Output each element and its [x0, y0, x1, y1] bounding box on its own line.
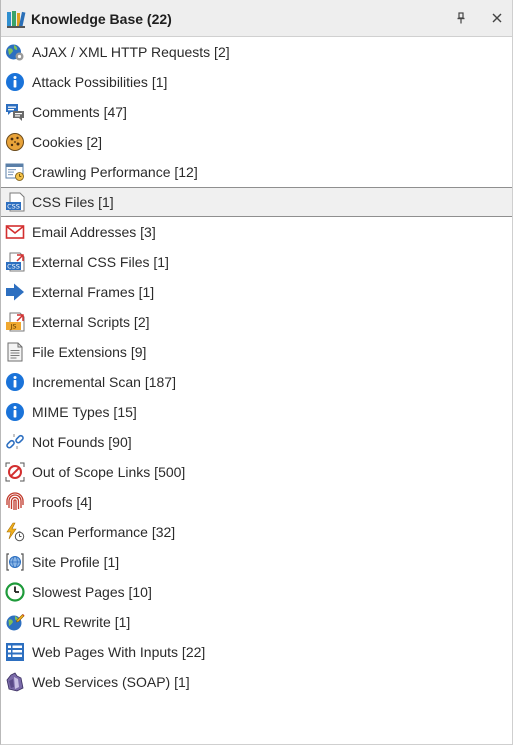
list-item-label: Slowest Pages [10] [32, 584, 152, 600]
list-item-out-of-scope-links[interactable]: Out of Scope Links [500] [1, 457, 512, 487]
list-item-label: Incremental Scan [187] [32, 374, 176, 390]
list-item-crawling-performance[interactable]: Crawling Performance [12] [1, 157, 512, 187]
info-icon [4, 71, 26, 93]
envelope-icon [4, 221, 26, 243]
lightning-timer-icon [4, 521, 26, 543]
list-item-label: External Frames [1] [32, 284, 155, 300]
list-item-scan-performance[interactable]: Scan Performance [32] [1, 517, 512, 547]
svg-text:JS: JS [9, 323, 16, 331]
list-item-incremental-scan[interactable]: Incremental Scan [187] [1, 367, 512, 397]
cookie-icon [4, 131, 26, 153]
document-icon [4, 341, 26, 363]
list-item-label: External Scripts [2] [32, 314, 150, 330]
list-item-label: Not Founds [90] [32, 434, 132, 450]
list-item-web-pages-with-inputs[interactable]: Web Pages With Inputs [22] [1, 637, 512, 667]
globe-pencil-icon [4, 611, 26, 633]
list-item-label: MIME Types [15] [32, 404, 137, 420]
list-item-label: AJAX / XML HTTP Requests [2] [32, 44, 230, 60]
arrow-right-icon [4, 281, 26, 303]
external-js-icon: JS [4, 311, 26, 333]
info-icon [4, 401, 26, 423]
crawling-performance-icon [4, 161, 26, 183]
list-item-url-rewrite[interactable]: URL Rewrite [1] [1, 607, 512, 637]
list-item-label: URL Rewrite [1] [32, 614, 131, 630]
list-item-label: Email Addresses [3] [32, 224, 156, 240]
list-item-label: Cookies [2] [32, 134, 103, 150]
form-list-icon [4, 641, 26, 663]
list-item-web-services-soap[interactable]: Web Services (SOAP) [1] [1, 667, 512, 697]
list-item-label: Web Services (SOAP) [1] [32, 674, 190, 690]
fingerprint-icon [4, 491, 26, 513]
list-item-not-founds[interactable]: Not Founds [90] [1, 427, 512, 457]
globe-gear-icon [4, 41, 26, 63]
knowledge-base-panel: Knowledge Base (22) AJAX / XML HTTP Requ… [0, 0, 513, 745]
list-item-label: External CSS Files [1] [32, 254, 169, 270]
list-item-cookies[interactable]: Cookies [2] [1, 127, 512, 157]
list-item-ajax[interactable]: AJAX / XML HTTP Requests [2] [1, 37, 512, 67]
list-item-label: File Extensions [9] [32, 344, 147, 360]
list-item-comments[interactable]: Comments [47] [1, 97, 512, 127]
list-item-label: Out of Scope Links [500] [32, 464, 186, 480]
books-icon [6, 9, 26, 29]
knowledge-base-list: AJAX / XML HTTP Requests [2] Attack Poss… [1, 37, 512, 697]
broken-link-icon [4, 431, 26, 453]
list-item-label: Site Profile [1] [32, 554, 120, 570]
list-item-label: Proofs [4] [32, 494, 92, 510]
soap-bottle-icon [4, 671, 26, 693]
list-item-file-extensions[interactable]: File Extensions [9] [1, 337, 512, 367]
svg-text:CSS: CSS [7, 203, 20, 211]
clock-icon [4, 581, 26, 603]
list-item-external-frames[interactable]: External Frames [1] [1, 277, 512, 307]
list-item-label: Web Pages With Inputs [22] [32, 644, 206, 660]
list-item-css-files[interactable]: CSS CSS Files [1] [1, 187, 512, 217]
panel-title: Knowledge Base (22) [31, 11, 172, 27]
list-item-label: Crawling Performance [12] [32, 164, 198, 180]
list-item-slowest-pages[interactable]: Slowest Pages [10] [1, 577, 512, 607]
list-item-label: Attack Possibilities [1] [32, 74, 168, 90]
list-item-proofs[interactable]: Proofs [4] [1, 487, 512, 517]
out-of-scope-icon [4, 461, 26, 483]
list-item-external-css-files[interactable]: CSS External CSS Files [1] [1, 247, 512, 277]
list-item-label: Comments [47] [32, 104, 127, 120]
panel-titlebar: Knowledge Base (22) [1, 0, 512, 37]
close-icon[interactable] [488, 9, 506, 27]
list-item-attack-possibilities[interactable]: Attack Possibilities [1] [1, 67, 512, 97]
css-file-icon: CSS [4, 191, 26, 213]
list-item-mime-types[interactable]: MIME Types [15] [1, 397, 512, 427]
pin-icon[interactable] [452, 9, 470, 27]
site-profile-icon [4, 551, 26, 573]
list-item-external-scripts[interactable]: JS External Scripts [2] [1, 307, 512, 337]
list-item-label: CSS Files [1] [32, 194, 114, 210]
comments-icon [4, 101, 26, 123]
list-item-label: Scan Performance [32] [32, 524, 176, 540]
svg-text:CSS: CSS [7, 263, 20, 271]
list-item-email-addresses[interactable]: Email Addresses [3] [1, 217, 512, 247]
list-item-site-profile[interactable]: Site Profile [1] [1, 547, 512, 577]
info-icon [4, 371, 26, 393]
external-css-icon: CSS [4, 251, 26, 273]
